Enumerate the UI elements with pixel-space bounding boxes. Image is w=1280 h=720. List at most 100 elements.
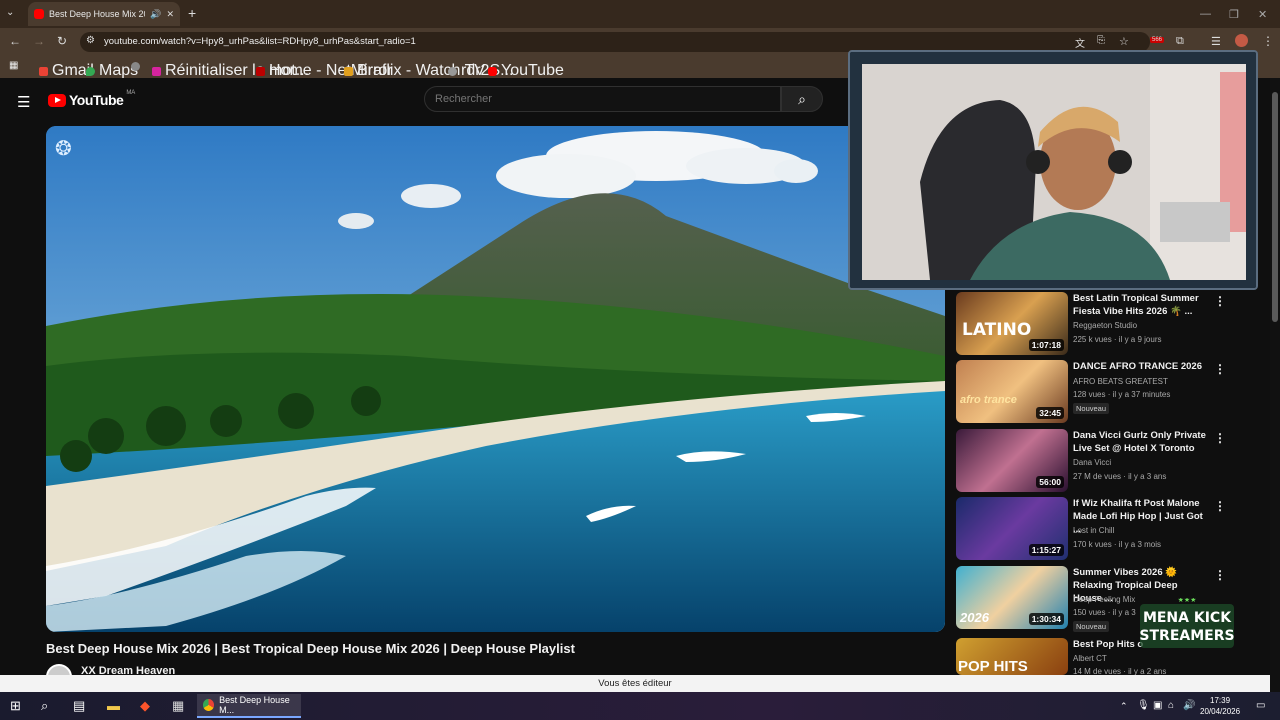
extensions-icon[interactable]: ⧉ [1176,35,1184,48]
recommendation-channel[interactable]: Albert CT [1073,654,1107,663]
recommendation-item[interactable]: LATINO 1:07:18 Best Latin Tropical Summe… [956,292,1226,356]
recommendation-title[interactable]: Best Latin Tropical Summer Fiesta Vibe H… [1073,292,1208,318]
new-badge: Nouveau [1073,403,1110,414]
video-duration: 56:00 [1036,476,1064,488]
tray-overflow-icon[interactable]: ⌃ [1120,701,1128,712]
video-thumbnail[interactable]: LATINO 1:07:18 [956,292,1068,355]
bookmark-globe[interactable] [131,62,140,71]
video-thumbnail[interactable]: afro trance 32:45 [956,360,1068,423]
recommendation-channel[interactable]: Deep Feeling Mix [1073,595,1135,604]
more-options-icon[interactable]: ⋮ [1214,568,1226,582]
more-options-icon[interactable]: ⋮ [1214,431,1226,445]
video-frame-tropical-volcano [46,126,945,632]
recommendation-item[interactable]: afro trance 32:45 DANCE AFRO TRANCE 2026… [956,360,1226,424]
mks-logo-graphic: ★★★ MENA KICK STREAMERS [1139,596,1235,648]
menu-icon[interactable]: ⋮ [1262,34,1274,48]
windows-start-icon[interactable]: ⊞ [10,698,21,714]
reading-list-icon[interactable]: ☰ [1211,35,1221,48]
mena-kick-streamers-logo: ★★★ MENA KICK STREAMERS [1138,596,1236,658]
profile-avatar[interactable] [1235,34,1248,47]
video-duration: 1:07:18 [1028,339,1064,351]
recommendation-title[interactable]: DANCE AFRO TRANCE 2026 [1073,360,1208,373]
network-icon[interactable]: ⌂ [1168,700,1174,711]
recommendation-channel[interactable]: Reggaeton Studio [1073,321,1137,330]
reload-icon[interactable]: ↻ [57,34,67,48]
new-tab-icon[interactable]: + [188,5,196,21]
recommendation-item[interactable]: 1:15:27 If Wiz Khalifa ft Post Malone Ma… [956,497,1226,561]
recommendation-channel[interactable]: AFRO BEATS GREATEST [1073,377,1168,386]
instagram-icon [152,66,161,76]
thumbnail-text: LATINO [962,320,1032,340]
recommendation-meta: 170 k vues · il y a 3 mois [1073,540,1162,549]
install-app-icon[interactable]: ⎘ [1097,35,1105,46]
more-options-icon[interactable]: ⋮ [1214,362,1226,376]
notifications-icon[interactable]: ▭ [1256,700,1265,711]
hamburger-menu-icon[interactable]: ☰ [17,93,30,111]
microphone-icon[interactable]: 🎙 [1137,700,1150,711]
video-thumbnail[interactable]: 2026 1:30:34 [956,566,1068,629]
back-icon[interactable]: ← [9,34,21,48]
youtube-icon [488,66,497,76]
scrollbar-thumb[interactable] [1272,92,1278,322]
site-info-icon[interactable]: ⚙ [86,35,95,46]
video-duration: 1:30:34 [1028,613,1064,625]
recommendation-meta: 128 vues · il y a 37 minutes [1073,390,1171,399]
thumbnail-text: afro trance [960,394,1017,406]
youtube-logo[interactable]: YouTube MA [48,90,136,108]
volume-icon[interactable]: 🔊 [1183,700,1195,711]
apps-grid-icon[interactable]: ▦ [9,60,18,71]
recommendation-meta: 150 vues · il y a 3 [1073,608,1136,617]
video-player[interactable] [46,126,945,632]
address-bar[interactable]: youtube.com/watch?v=Hpy8_urhPas&list=RDH… [80,32,1150,52]
search-icon: ⌕ [798,91,806,107]
youtube-favicon-icon [34,9,44,19]
recommendation-meta: 225 k vues · il y a 9 jours [1073,335,1162,344]
video-thumbnail[interactable]: POP HITS [956,638,1068,675]
video-thumbnail[interactable]: 56:00 [956,429,1068,492]
youtube-play-icon [48,93,66,107]
search-button[interactable]: ⌕ [781,86,823,112]
youtube-wordmark: YouTube [69,92,124,108]
file-explorer-icon[interactable]: ▬ [107,698,120,713]
taskbar-clock[interactable]: 17:39 20/04/2026 [1200,695,1240,717]
minimize-icon[interactable]: — [1200,8,1211,20]
window-close-icon[interactable]: ✕ [1258,8,1267,21]
recommendation-title[interactable]: Dana Vicci Gurlz Only Private Live Set @… [1073,429,1208,455]
country-code: MA [126,90,136,96]
speaker-icon[interactable]: 🔊 [150,9,161,20]
search-input[interactable] [424,86,781,112]
translate-icon[interactable]: 文 [1075,35,1085,50]
more-options-icon[interactable]: ⋮ [1214,294,1226,308]
windows-taskbar [0,692,1280,720]
close-tab-icon[interactable]: ✕ [166,9,174,20]
recommendation-item[interactable]: 56:00 Dana Vicci Gurlz Only Private Live… [956,429,1226,493]
bookmark-star-icon[interactable]: ☆ [1119,35,1129,48]
task-view-icon[interactable]: ▤ [73,698,85,714]
recommendation-meta: 27 M de vues · il y a 3 ans [1073,472,1167,481]
braflix-icon [344,66,353,76]
brave-browser-icon[interactable]: ◆ [140,698,150,714]
editor-notification-bar: Vous êtes éditeur [0,675,1270,692]
extension-badge[interactable]: 566 [1150,37,1165,43]
restore-icon[interactable]: ❐ [1229,8,1239,21]
recommendation-channel[interactable]: Dana Vicci [1073,458,1111,467]
tab-list-chevron-icon[interactable]: ⌄ [6,7,14,18]
more-options-icon[interactable]: ⋮ [1214,499,1226,513]
taskbar-app-label: Best Deep House M... [219,695,290,715]
taskbar-chrome-app[interactable]: Best Deep House M... [197,694,301,718]
calendar-app-icon[interactable]: ▦ [172,698,184,714]
tab-title: Best Deep House Mix 2026 [49,9,145,19]
forward-icon[interactable]: → [33,34,45,48]
video-duration: 32:45 [1036,407,1064,419]
video-thumbnail[interactable]: 1:15:27 [956,497,1068,560]
webcam-overlay [848,50,1258,290]
chrome-icon [203,699,215,711]
tray-app-icon[interactable]: ▣ [1153,700,1162,711]
netmirror-icon [256,66,265,76]
recommendation-channel[interactable]: Lost in Chill [1073,526,1114,535]
browser-tab[interactable]: Best Deep House Mix 2026 🔊 ✕ [28,2,180,26]
search-icon[interactable]: ⌕ [41,698,48,714]
maps-pin-icon [86,66,95,76]
globe-icon [448,66,457,76]
video-title: Best Deep House Mix 2026 | Best Tropical… [46,641,575,656]
